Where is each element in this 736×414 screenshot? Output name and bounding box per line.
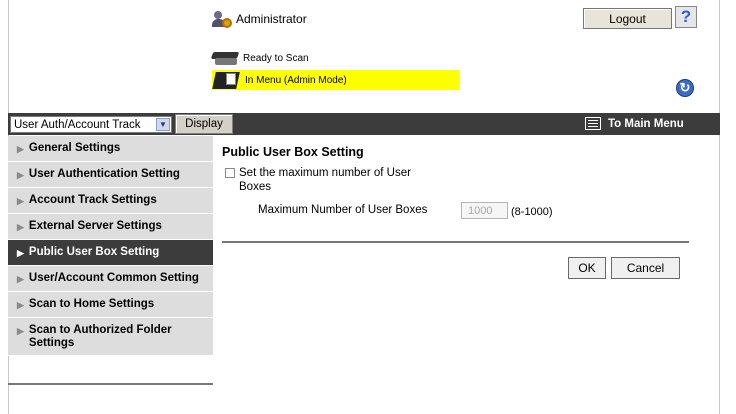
max-boxes-checkbox-label: Set the maximum number of User Boxes bbox=[239, 167, 411, 193]
sidebar-item-label: User/Account Common Setting bbox=[28, 272, 199, 284]
max-boxes-input[interactable]: 1000 bbox=[461, 202, 508, 219]
ok-button[interactable]: OK bbox=[568, 257, 606, 279]
triangle-right-icon: ▶ bbox=[17, 170, 24, 180]
machine-menu-icon bbox=[212, 70, 240, 90]
to-main-menu-link[interactable]: To Main Menu bbox=[585, 117, 684, 130]
administrator-icon bbox=[212, 10, 232, 28]
triangle-right-icon: ▶ bbox=[17, 248, 24, 258]
main-menu-icon bbox=[585, 117, 601, 130]
sidebar-item-label: Account Track Settings bbox=[28, 194, 157, 206]
content-divider bbox=[222, 241, 689, 243]
sidebar-item-label: User Authentication Setting bbox=[28, 168, 180, 180]
triangle-right-icon: ▶ bbox=[17, 144, 24, 154]
to-main-menu-label: To Main Menu bbox=[608, 117, 684, 130]
sidebar-item-user-account-common[interactable]: ▶ User/Account Common Setting bbox=[8, 266, 213, 292]
mode-select[interactable]: User Auth/Account Track ▼ bbox=[10, 116, 172, 133]
sidebar-item-label: External Server Settings bbox=[28, 220, 162, 232]
scanner-icon bbox=[210, 50, 240, 66]
help-icon: ? bbox=[680, 7, 692, 26]
mode-status: In Menu (Admin Mode) bbox=[212, 70, 460, 90]
triangle-right-icon: ▶ bbox=[17, 274, 24, 284]
max-boxes-checkbox-row: Set the maximum number of User Boxes bbox=[225, 166, 440, 194]
display-button[interactable]: Display bbox=[175, 114, 233, 134]
triangle-right-icon: ▶ bbox=[17, 222, 24, 232]
sidebar-item-general-settings[interactable]: ▶ General Settings bbox=[8, 136, 213, 162]
logout-button[interactable]: Logout bbox=[583, 8, 672, 29]
sidebar-divider bbox=[8, 383, 213, 385]
sidebar-item-public-user-box[interactable]: ▶ Public User Box Setting bbox=[8, 240, 213, 266]
max-boxes-input-value: 1000 bbox=[468, 204, 493, 217]
triangle-right-icon: ▶ bbox=[17, 326, 24, 336]
sidebar-item-scan-to-home[interactable]: ▶ Scan to Home Settings bbox=[8, 292, 213, 318]
user-info: Administrator bbox=[212, 10, 307, 28]
cancel-button[interactable]: Cancel bbox=[611, 257, 680, 279]
ready-status-text: Ready to Scan bbox=[243, 52, 309, 64]
device-status: Ready to Scan bbox=[210, 50, 309, 66]
refresh-button[interactable]: ↻ bbox=[676, 79, 694, 97]
sidebar: ▶ General Settings ▶ User Authentication… bbox=[8, 136, 213, 356]
sidebar-item-user-authentication[interactable]: ▶ User Authentication Setting bbox=[8, 162, 213, 188]
page-title: Public User Box Setting bbox=[222, 145, 364, 159]
sidebar-item-external-server[interactable]: ▶ External Server Settings bbox=[8, 214, 213, 240]
max-boxes-range: (8-1000) bbox=[511, 206, 553, 218]
sidebar-item-scan-to-authorized-folder[interactable]: ▶ Scan to Authorized Folder Settings bbox=[8, 318, 213, 356]
help-button[interactable]: ? bbox=[675, 6, 697, 28]
mode-status-text: In Menu (Admin Mode) bbox=[245, 74, 347, 86]
mode-select-value: User Auth/Account Track bbox=[14, 118, 141, 131]
chevron-down-icon: ▼ bbox=[156, 118, 170, 131]
refresh-icon: ↻ bbox=[679, 80, 691, 95]
sidebar-item-label: Scan to Home Settings bbox=[28, 298, 155, 310]
user-label: Administrator bbox=[236, 12, 307, 26]
max-boxes-field-label: Maximum Number of User Boxes bbox=[258, 204, 428, 216]
sidebar-item-label: Scan to Authorized Folder Settings bbox=[28, 324, 172, 349]
sidebar-item-label: General Settings bbox=[28, 142, 121, 154]
triangle-right-icon: ▶ bbox=[17, 300, 24, 310]
max-boxes-checkbox[interactable] bbox=[225, 168, 235, 178]
triangle-right-icon: ▶ bbox=[17, 196, 24, 206]
sidebar-item-account-track[interactable]: ▶ Account Track Settings bbox=[8, 188, 213, 214]
sidebar-item-label: Public User Box Setting bbox=[28, 246, 160, 258]
